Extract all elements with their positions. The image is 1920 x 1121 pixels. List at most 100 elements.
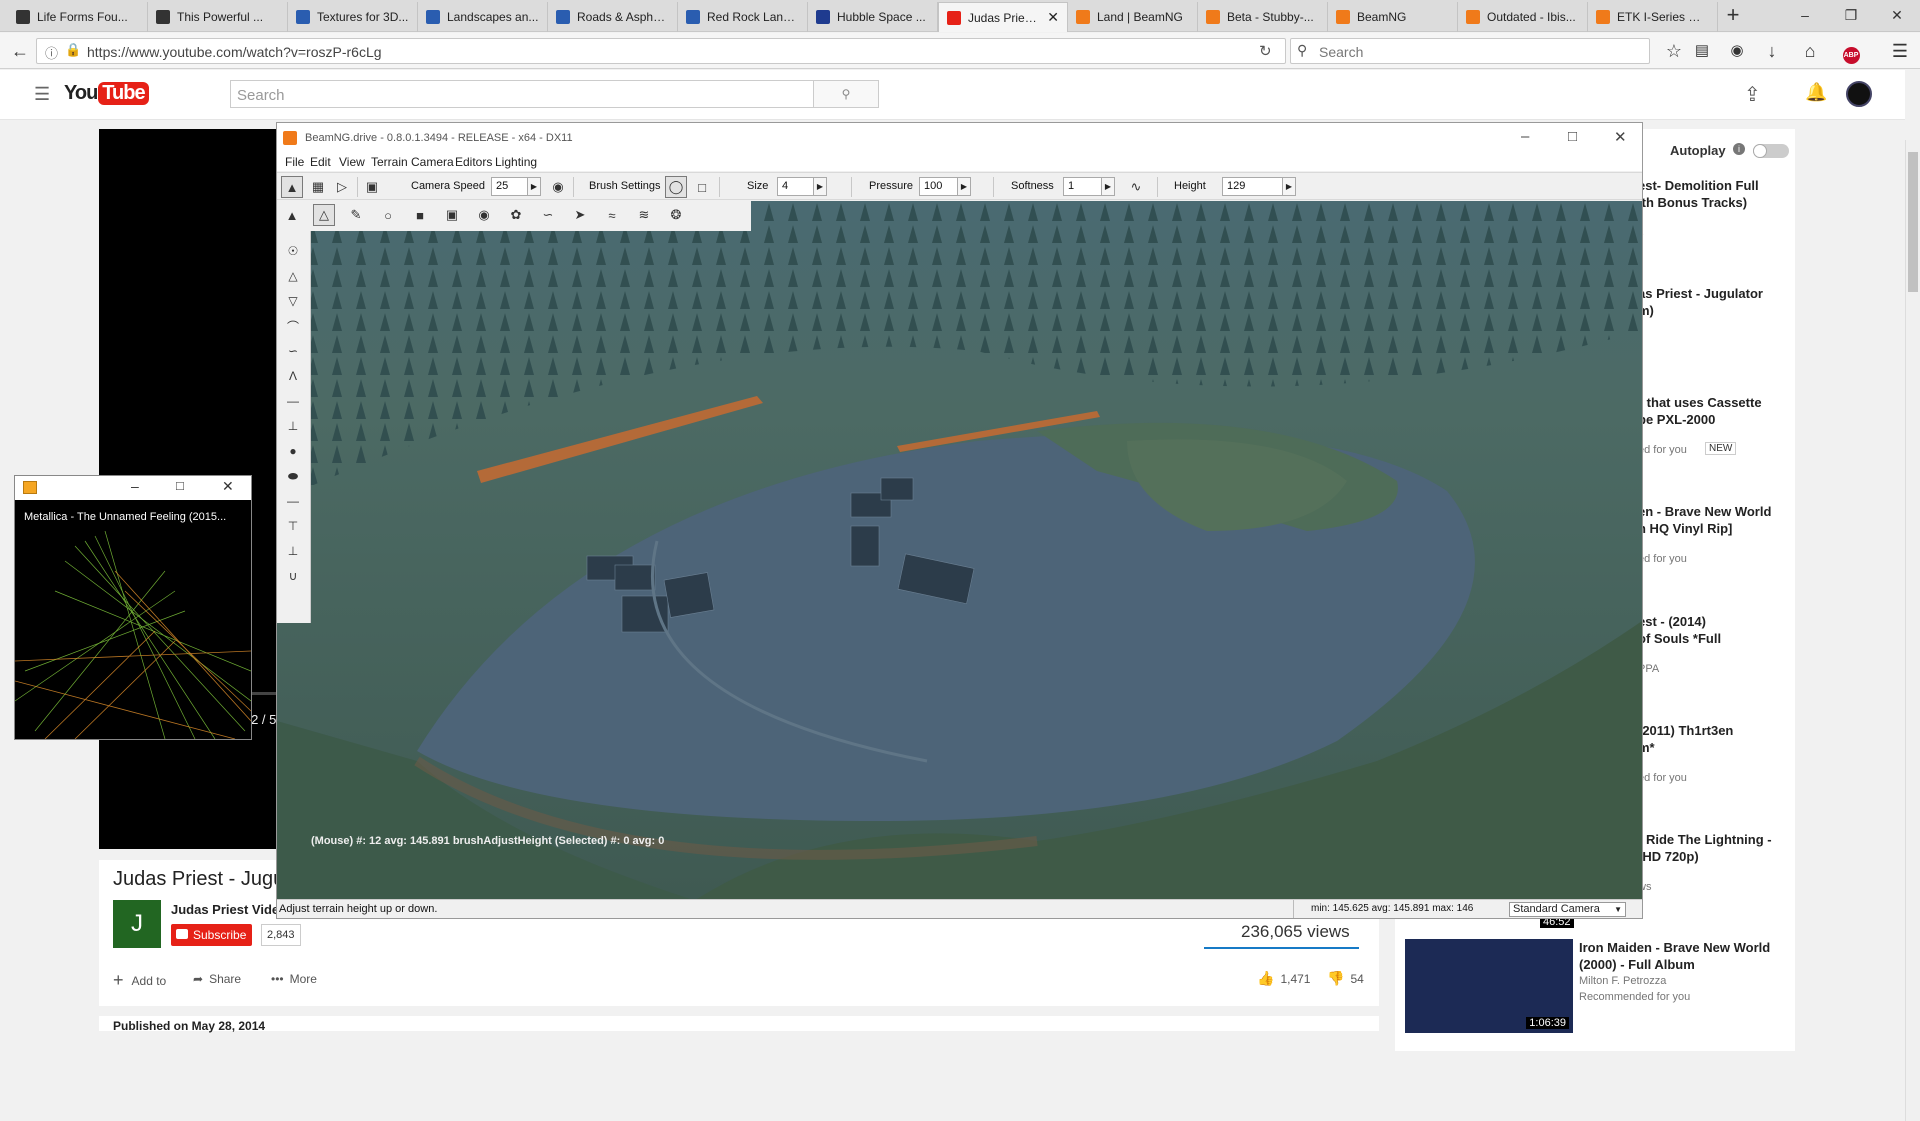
autoplay-toggle[interactable] <box>1753 144 1789 158</box>
pencil-icon[interactable]: ✎ <box>345 204 367 226</box>
camera-speed-stepper[interactable]: ▶ <box>527 177 541 196</box>
square-brush-icon[interactable]: □ <box>691 176 713 198</box>
menu-lighting[interactable]: Lighting <box>495 155 537 169</box>
paint-bucket-icon[interactable]: ◉ <box>473 204 495 226</box>
info-icon[interactable]: ⓘ <box>45 43 58 62</box>
3d-viewport[interactable]: (Mouse) #: 12 avg: 145.891 brushAdjustHe… <box>277 201 1642 899</box>
eye-icon[interactable]: ◉ <box>547 176 569 198</box>
tab[interactable]: Beta - Stubby-... <box>1198 2 1328 32</box>
video-thumbnail[interactable]: 1:06:39 <box>1405 939 1573 1033</box>
line-icon[interactable]: — <box>282 491 304 511</box>
channel-name[interactable]: Judas Priest Video <box>171 902 287 917</box>
smooth-slope-icon[interactable]: ∽ <box>282 341 304 361</box>
minimize-button[interactable]: – <box>1782 0 1828 30</box>
softness-input[interactable]: 1 <box>1063 177 1103 196</box>
media-player-titlebar[interactable]: – □ ✕ <box>15 476 251 500</box>
pressure-stepper[interactable]: ▶ <box>957 177 971 196</box>
beamng-titlebar[interactable]: BeamNG.drive - 0.8.0.1.3494 - RELEASE - … <box>277 123 1642 153</box>
camera-icon[interactable]: ▣ <box>361 176 383 198</box>
minimize-icon[interactable]: – <box>1521 128 1529 145</box>
play-circle-icon[interactable]: ▷ <box>331 176 353 198</box>
info-icon[interactable]: i <box>1733 143 1745 155</box>
share-button[interactable]: ➦ Share <box>193 972 241 986</box>
scrollbar-thumb[interactable] <box>1908 152 1918 292</box>
decal-road-icon[interactable]: ≋ <box>633 204 655 226</box>
vehicle-icon[interactable]: ❂ <box>665 204 687 226</box>
road-icon[interactable]: ∽ <box>537 204 559 226</box>
reload-icon[interactable]: ↻ <box>1259 42 1272 60</box>
restore-button[interactable]: ❐ <box>1828 0 1874 30</box>
box-icon[interactable]: ■ <box>409 204 431 226</box>
recommendation-title[interactable]: est - (2014) of Souls *Full <box>1638 613 1788 647</box>
tab[interactable]: This Powerful ... <box>148 2 288 32</box>
tab[interactable]: Life Forms Fou... <box>8 2 148 32</box>
menu-editors[interactable]: Editors <box>455 155 492 169</box>
channel-avatar[interactable]: J <box>113 900 161 948</box>
guide-menu-icon[interactable]: ☰ <box>34 84 50 105</box>
recommendation-title[interactable]: r that uses Cassette be PXL-2000 <box>1638 394 1788 428</box>
softness-curve-icon[interactable]: ∿ <box>1125 176 1147 198</box>
youtube-logo[interactable]: You Tube <box>64 82 149 105</box>
back-icon[interactable]: ← <box>6 37 34 65</box>
bookmark-star-icon[interactable]: ☆ <box>1660 37 1688 65</box>
material-add-icon[interactable]: ⊤ <box>282 516 304 536</box>
like-button[interactable]: 👍 1,471 <box>1257 970 1310 987</box>
maximize-icon[interactable]: □ <box>1568 128 1577 145</box>
recommendation-title[interactable]: Iron Maiden - Brave New World (2000) - F… <box>1579 939 1789 973</box>
recommendation-title[interactable]: (2011) Th1rt3en m* <box>1638 722 1788 756</box>
globe-icon[interactable]: ○ <box>377 204 399 226</box>
terrain-editor-icon[interactable]: ▲ <box>281 176 303 198</box>
marker-icon[interactable]: ➤ <box>569 204 591 226</box>
material-remove-icon[interactable]: ⊥ <box>282 541 304 561</box>
beamng-window[interactable]: BeamNG.drive - 0.8.0.1.3494 - RELEASE - … <box>276 122 1643 919</box>
adblock-icon[interactable]: ABP <box>1834 37 1868 65</box>
softness-stepper[interactable]: ▶ <box>1101 177 1115 196</box>
menu-edit[interactable]: Edit <box>310 155 331 169</box>
home-icon[interactable]: ⌂ <box>1796 37 1824 65</box>
pressure-input[interactable]: 100 <box>919 177 959 196</box>
set-height-icon[interactable]: ⊥ <box>282 416 304 436</box>
recommendation-title[interactable]: - Ride The Lightning - (HD 720p) <box>1638 831 1788 865</box>
recommendation-title[interactable]: as Priest - Jugulator m) <box>1638 285 1788 319</box>
tab[interactable]: Hubble Space ... <box>808 2 938 32</box>
tab[interactable]: Red Rock Land... <box>678 2 808 32</box>
paint-noise-icon[interactable]: Λ <box>282 366 304 386</box>
menu-view[interactable]: View <box>339 155 365 169</box>
menu-icon[interactable]: ☰ <box>1886 37 1914 65</box>
download-icon[interactable]: ↓ <box>1758 37 1786 65</box>
new-tab-button[interactable]: + <box>1718 2 1748 30</box>
size-stepper[interactable]: ▶ <box>813 177 827 196</box>
tab[interactable]: Judas Pries... ✕ <box>938 2 1068 32</box>
set-empty-icon[interactable]: ● <box>282 441 304 461</box>
tab[interactable]: BeamNG <box>1328 2 1458 32</box>
leaf-icon[interactable]: ✿ <box>505 204 527 226</box>
raise-height-icon[interactable]: △ <box>282 266 304 286</box>
recommendation-channel[interactable]: Milton F. Petrozza <box>1579 975 1666 987</box>
maximize-icon[interactable]: □ <box>176 478 184 493</box>
close-tab-icon[interactable]: ✕ <box>1047 9 1059 26</box>
upload-icon[interactable]: ⇪ <box>1744 82 1761 107</box>
menu-file[interactable]: File <box>285 155 304 169</box>
tab[interactable]: Roads & Aspha... <box>548 2 678 32</box>
camera-speed-input[interactable]: 25 <box>491 177 529 196</box>
url-bar[interactable]: ⓘ 🔒 https://www.youtube.com/watch?v=rosz… <box>36 38 1286 64</box>
dislike-button[interactable]: 👎 54 <box>1327 970 1364 987</box>
menu-camera[interactable]: Camera <box>411 155 454 169</box>
youtube-search-input[interactable]: Search <box>230 80 814 108</box>
media-player-window[interactable]: – □ ✕ Metallica - The Unnamed Feeling (2… <box>14 475 252 740</box>
tab[interactable]: Land | BeamNG <box>1068 2 1198 32</box>
circle-brush-icon[interactable]: ◯ <box>665 176 687 198</box>
pocket-icon[interactable]: ◉ <box>1723 37 1751 65</box>
terrain-tool-icon[interactable]: ▲ <box>281 204 303 226</box>
camera-mode-select[interactable]: Standard Camera ▼ <box>1509 902 1626 917</box>
account-avatar[interactable] <box>1846 81 1872 107</box>
browser-search-box[interactable]: ⚲ Search <box>1290 38 1650 64</box>
recommendation-item[interactable]: 1:06:39 Iron Maiden - Brave New World (20… <box>1395 939 1795 1039</box>
select-tool-icon[interactable]: ☉ <box>282 241 304 261</box>
notifications-bell-icon[interactable]: 🔔 <box>1805 82 1827 103</box>
height-stepper[interactable]: ▶ <box>1282 177 1296 196</box>
url-text[interactable]: https://www.youtube.com/watch?v=roszP-r6… <box>87 44 382 60</box>
more-button[interactable]: ••• More <box>271 972 317 986</box>
close-icon[interactable]: ✕ <box>222 478 234 495</box>
clear-empty-icon[interactable]: ⬬ <box>282 466 304 486</box>
